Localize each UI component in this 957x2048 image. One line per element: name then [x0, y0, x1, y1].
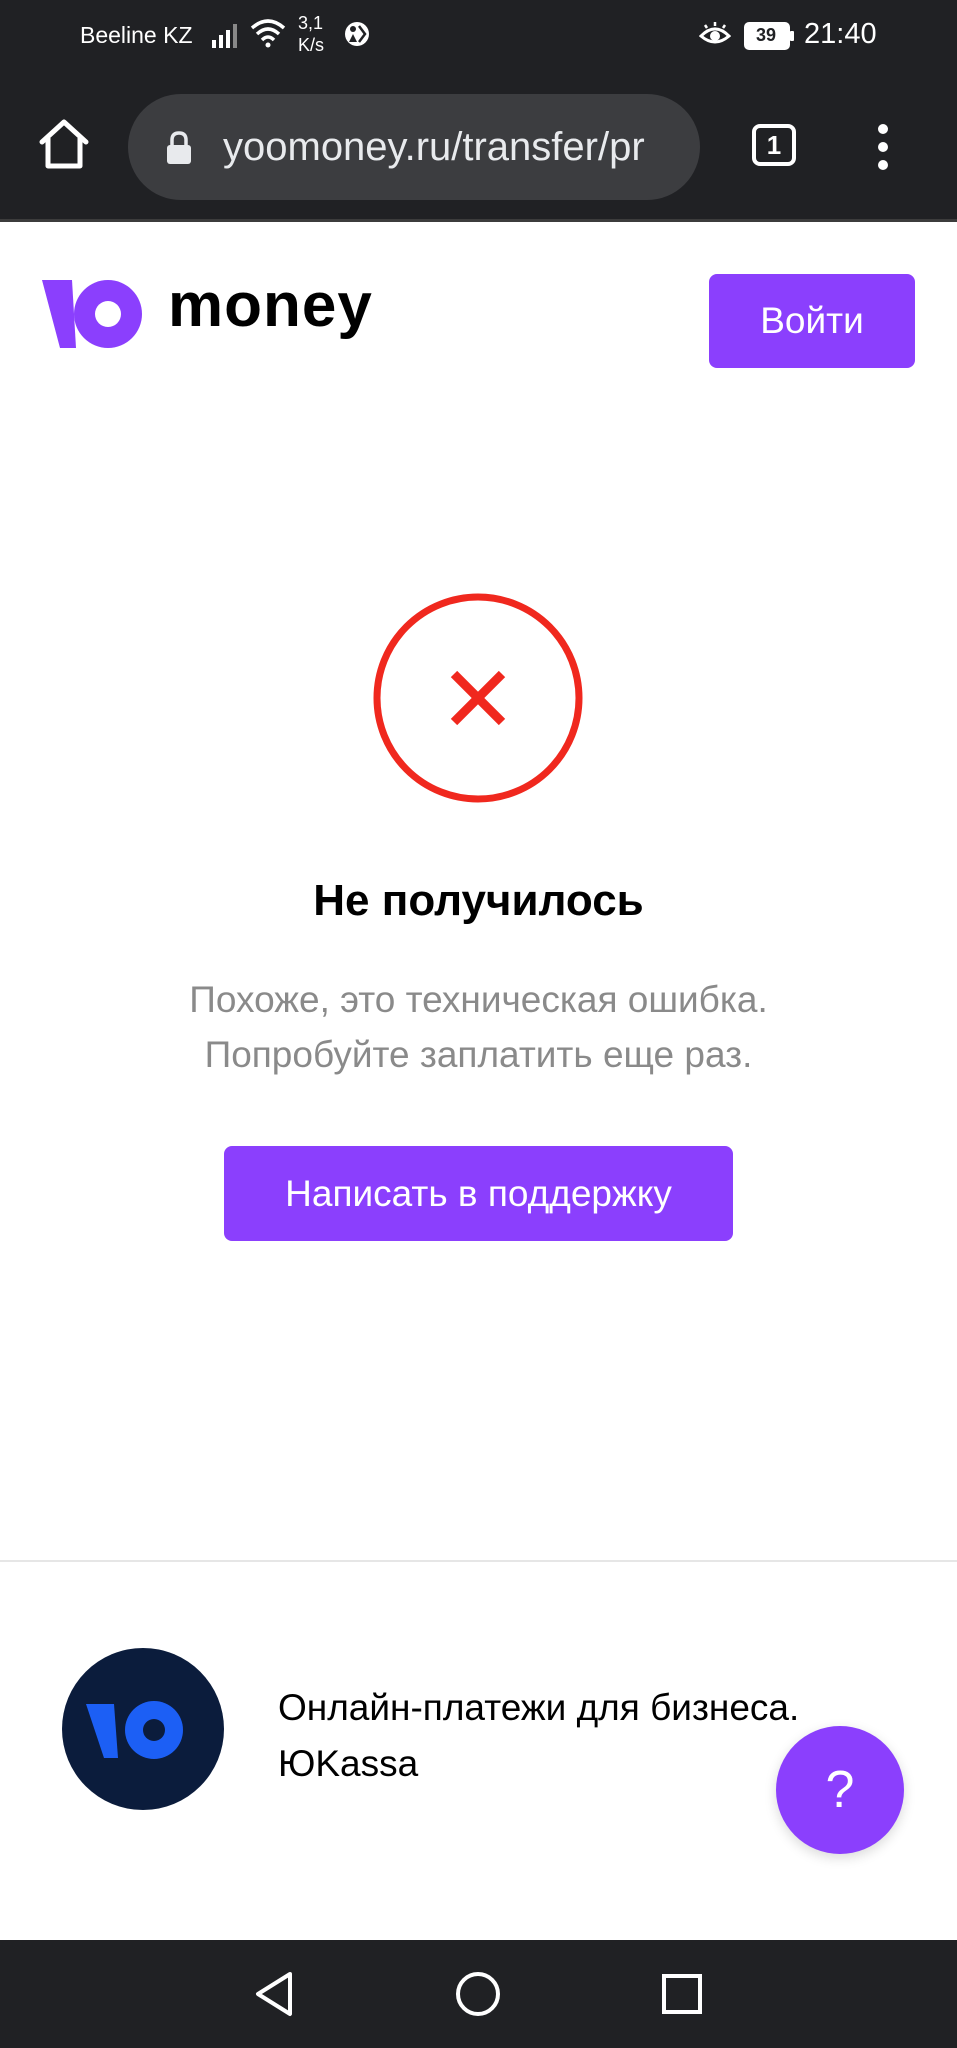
carrier-name: Beeline KZ — [80, 22, 193, 48]
recent-apps-icon[interactable] — [660, 1972, 704, 2016]
yookassa-promo-link[interactable]: Онлайн-платежи для бизнеса. ЮKassa — [278, 1680, 799, 1792]
browser-toolbar: yoomoney.ru/transfer/pr 1 — [0, 74, 957, 222]
status-bar: Beeline KZ 3,1 K/s 39 21:40 — [0, 0, 957, 74]
address-bar[interactable]: yoomoney.ru/transfer/pr — [128, 94, 700, 200]
clock: 21:40 — [804, 18, 877, 50]
yoomoney-logo[interactable] — [42, 278, 144, 350]
footer-divider — [0, 1560, 957, 1562]
battery-icon: 39 — [744, 22, 796, 55]
help-chat-button[interactable]: ? — [776, 1726, 904, 1854]
yookassa-logo[interactable] — [62, 1648, 224, 1810]
system-navigation-bar — [0, 1940, 957, 2048]
error-description: Похоже, это техническая ошибка. Попробуй… — [0, 972, 957, 1082]
eye-comfort-icon — [699, 22, 731, 44]
logo-text: money — [168, 271, 373, 340]
home-nav-icon[interactable] — [454, 1970, 502, 2018]
lock-icon — [167, 131, 191, 164]
data-saver-icon — [345, 22, 369, 46]
more-menu-icon[interactable] — [868, 122, 898, 172]
contact-support-button[interactable]: Написать в поддержку — [224, 1146, 733, 1241]
error-description-line-2: Попробуйте заплатить еще раз. — [204, 1034, 753, 1075]
signal-icon — [212, 24, 237, 48]
promo-line-2: ЮKassa — [278, 1743, 419, 1784]
error-title: Не получилось — [313, 876, 644, 925]
speed-value: 3,1 — [298, 13, 324, 33]
network-speed: 3,1 K/s — [298, 12, 324, 56]
home-icon[interactable] — [36, 116, 92, 172]
speed-unit: K/s — [298, 35, 325, 55]
wifi-icon — [250, 19, 286, 48]
error-description-line-1: Похоже, это техническая ошибка. — [189, 979, 768, 1020]
tab-switcher-button[interactable]: 1 — [752, 124, 796, 166]
error-icon — [373, 593, 583, 803]
battery-level: 39 — [755, 25, 777, 45]
url-text[interactable]: yoomoney.ru/transfer/pr — [223, 124, 683, 170]
login-button[interactable]: Войти — [709, 274, 915, 368]
promo-line-1: Онлайн-платежи для бизнеса. — [278, 1687, 800, 1728]
back-icon[interactable] — [252, 1970, 296, 2018]
